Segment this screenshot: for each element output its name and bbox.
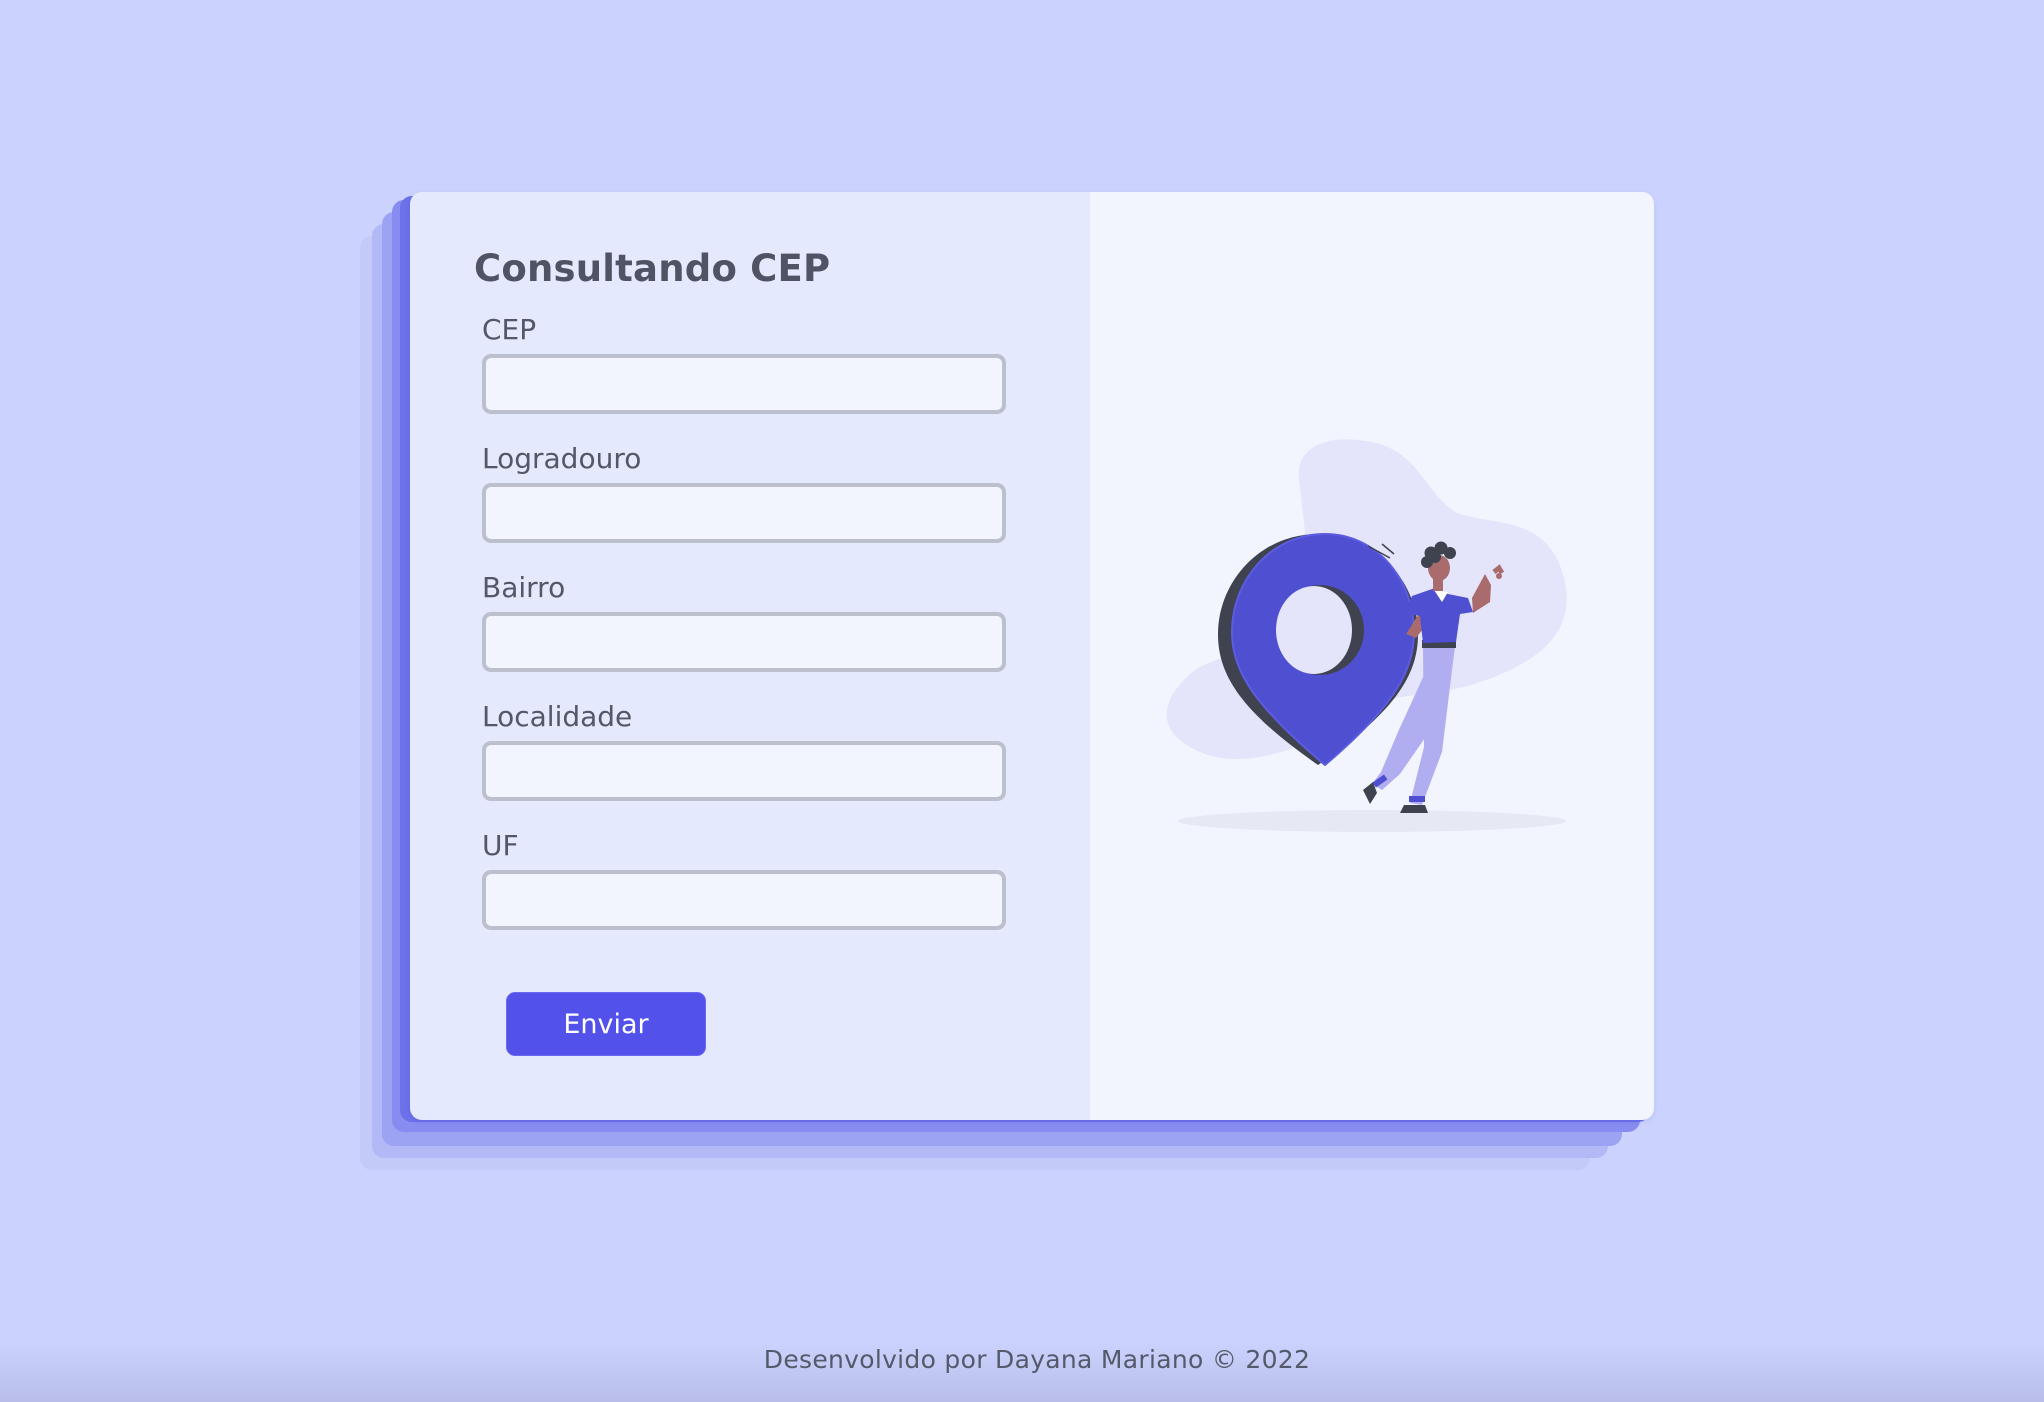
cep-label: CEP (482, 313, 537, 346)
logradouro-label: Logradouro (482, 442, 642, 475)
localidade-input[interactable] (482, 741, 1006, 801)
bairro-field-group: Bairro (482, 568, 1090, 697)
localidade-field-group: Localidade (482, 697, 1090, 826)
location-illustration (1166, 439, 1567, 832)
logradouro-field-group: Logradouro (482, 439, 1090, 568)
cep-input[interactable] (482, 354, 1006, 414)
cep-field-group: CEP (482, 310, 1090, 439)
uf-label: UF (482, 829, 519, 862)
ground-shadow (1178, 810, 1566, 832)
submit-button[interactable]: Enviar (506, 992, 706, 1056)
bairro-label: Bairro (482, 571, 566, 604)
page-title: Consultando CEP (474, 247, 831, 290)
localidade-label: Localidade (482, 700, 633, 733)
footer: Desenvolvido por Dayana Mariano © 2022 (0, 1302, 2044, 1402)
illustration-panel (1090, 192, 1654, 1120)
bairro-input[interactable] (482, 612, 1006, 672)
uf-input[interactable] (482, 870, 1006, 930)
uf-field-group: UF (482, 826, 1090, 955)
form-fields: CEP Logradouro Bairro Localidade UF (482, 310, 1090, 955)
cep-form: Consultando CEP CEP Logradouro Bairro Lo… (410, 192, 1090, 1120)
footer-credit: Desenvolvido por Dayana Mariano © 2022 (763, 1345, 1311, 1374)
logradouro-input[interactable] (482, 483, 1006, 543)
cep-card: Consultando CEP CEP Logradouro Bairro Lo… (410, 192, 1654, 1120)
